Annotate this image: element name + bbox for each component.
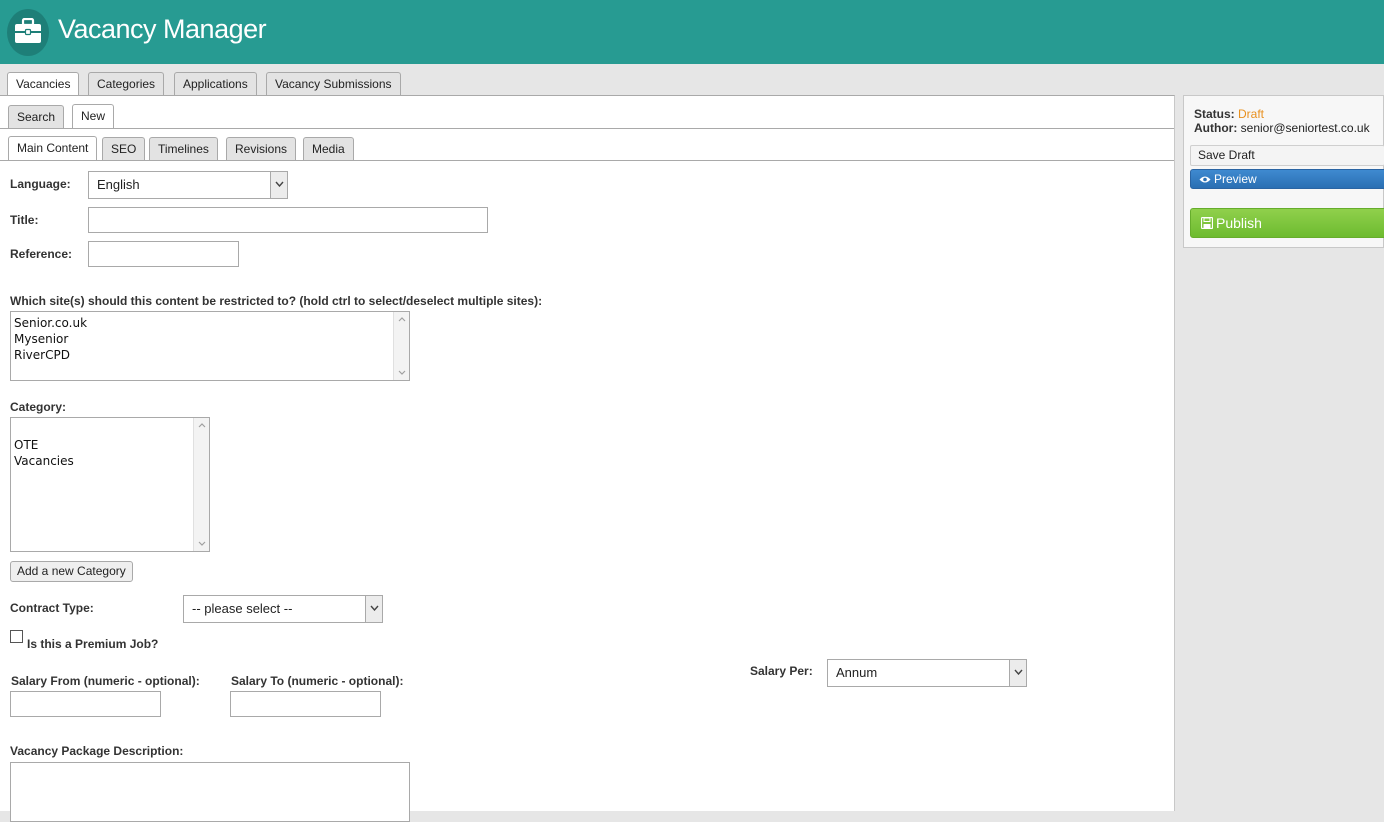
- status-line: Status: Draft: [1194, 107, 1264, 121]
- tab-main-content[interactable]: Main Content: [8, 136, 98, 161]
- salary-per-label: Salary Per:: [750, 664, 813, 678]
- sites-label: Which site(s) should this content be res…: [10, 294, 543, 308]
- reference-label: Reference:: [10, 247, 73, 261]
- save-icon: [1200, 210, 1214, 238]
- app-header: Vacancy Manager: [0, 0, 1384, 64]
- salary-to-label: Salary To (numeric - optional):: [231, 674, 404, 688]
- divider: [0, 160, 1174, 161]
- tab-categories[interactable]: Categories: [88, 72, 165, 96]
- reference-input[interactable]: [88, 241, 239, 267]
- scrollbar[interactable]: [393, 312, 409, 380]
- list-item[interactable]: OTE: [14, 437, 206, 453]
- chevron-down-icon[interactable]: [270, 172, 287, 198]
- status-label: Status:: [1194, 107, 1235, 121]
- tab-applications[interactable]: Applications: [174, 72, 257, 96]
- language-label: Language:: [10, 177, 71, 191]
- list-item[interactable]: Vacancies: [14, 453, 206, 469]
- contract-type-value: -- please select --: [192, 601, 293, 616]
- status-badge: Draft: [1238, 107, 1265, 121]
- list-item[interactable]: RiverCPD: [14, 347, 406, 363]
- tab-search[interactable]: Search: [8, 105, 65, 129]
- list-item[interactable]: [14, 421, 206, 437]
- list-item[interactable]: Mysenior: [14, 331, 406, 347]
- save-draft-button[interactable]: Save Draft: [1190, 145, 1384, 166]
- package-description-label: Vacancy Package Description:: [10, 744, 184, 758]
- tab-new[interactable]: New: [72, 104, 115, 129]
- tab-vacancies[interactable]: Vacancies: [7, 72, 80, 97]
- tab-vacancy-submissions[interactable]: Vacancy Submissions: [266, 72, 401, 96]
- tab-seo[interactable]: SEO: [102, 137, 146, 161]
- premium-label: Is this a Premium Job?: [27, 637, 159, 651]
- salary-from-input[interactable]: [10, 691, 161, 717]
- list-item[interactable]: Senior.co.uk: [14, 315, 406, 331]
- chevron-down-icon[interactable]: [365, 596, 382, 622]
- preview-button[interactable]: Preview: [1190, 169, 1384, 189]
- app-title: Vacancy Manager: [58, 14, 267, 44]
- main-panel: Search New Main Content SEO Timelines Re…: [0, 95, 1175, 822]
- eye-icon: [1199, 171, 1211, 189]
- title-label: Title:: [10, 213, 39, 227]
- tab-media[interactable]: Media: [303, 137, 354, 161]
- tab-revisions[interactable]: Revisions: [226, 137, 297, 161]
- scrollbar[interactable]: [193, 418, 209, 551]
- salary-per-value: Annum: [836, 665, 878, 680]
- salary-to-input[interactable]: [230, 691, 381, 717]
- author-label: Author:: [1194, 121, 1238, 135]
- sites-listbox[interactable]: Senior.co.uk Mysenior RiverCPD: [10, 311, 410, 381]
- publish-label: Publish: [1216, 215, 1262, 231]
- author-value: senior@seniortest.co.uk: [1240, 121, 1370, 135]
- category-label: Category:: [10, 400, 67, 414]
- category-listbox[interactable]: OTE Vacancies: [10, 417, 210, 552]
- publish-sidebar: Status: Draft Author: senior@seniortest.…: [1183, 95, 1384, 248]
- add-category-button[interactable]: Add a new Category: [10, 561, 133, 582]
- language-select[interactable]: English: [88, 171, 288, 199]
- publish-button[interactable]: Publish: [1190, 208, 1384, 238]
- author-line: Author: senior@seniortest.co.uk: [1194, 121, 1370, 135]
- contract-type-select[interactable]: -- please select --: [183, 595, 383, 623]
- contract-type-label: Contract Type:: [10, 601, 94, 615]
- title-input[interactable]: [88, 207, 488, 233]
- briefcase-icon: [7, 9, 49, 56]
- salary-from-label: Salary From (numeric - optional):: [11, 674, 200, 688]
- tab-timelines[interactable]: Timelines: [149, 137, 218, 161]
- salary-per-select[interactable]: Annum: [827, 659, 1027, 687]
- premium-checkbox[interactable]: [10, 630, 23, 643]
- language-value: English: [97, 177, 140, 192]
- chevron-down-icon[interactable]: [1009, 660, 1026, 686]
- package-description-textarea[interactable]: [10, 762, 410, 822]
- divider: [0, 128, 1174, 129]
- preview-label: Preview: [1214, 172, 1257, 186]
